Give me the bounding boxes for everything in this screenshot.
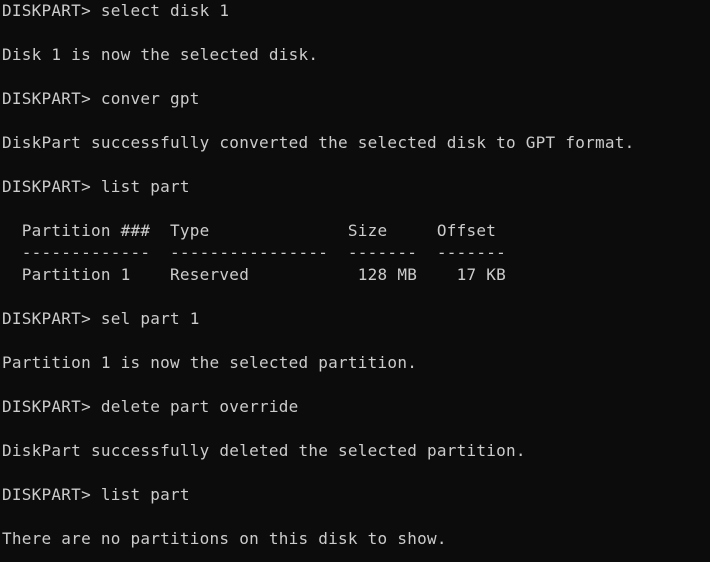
output-line: DiskPart successfully deleted the select… (2, 441, 526, 460)
partition-table-row: Partition 1 Reserved 128 MB 17 KB (2, 265, 507, 284)
command-line: DISKPART> sel part 1 (2, 309, 200, 328)
output-line: DiskPart successfully converted the sele… (2, 133, 635, 152)
output-line: There are no partitions on this disk to … (2, 529, 447, 548)
output-line: Partition 1 is now the selected partitio… (2, 353, 418, 372)
command-line: DISKPART> list part (2, 485, 190, 504)
command-line: DISKPART> list part (2, 177, 190, 196)
command-line: DISKPART> conver gpt (2, 89, 200, 108)
output-line: Disk 1 is now the selected disk. (2, 45, 319, 64)
partition-table-header: Partition ### Type Size Offset (2, 221, 497, 240)
partition-table-separator: ------------- ---------------- ------- -… (2, 243, 507, 262)
command-prompt-console[interactable]: DISKPART> select disk 1 Disk 1 is now th… (0, 0, 710, 562)
command-line: DISKPART> delete part override (2, 397, 299, 416)
command-line: DISKPART> select disk 1 (2, 1, 230, 20)
